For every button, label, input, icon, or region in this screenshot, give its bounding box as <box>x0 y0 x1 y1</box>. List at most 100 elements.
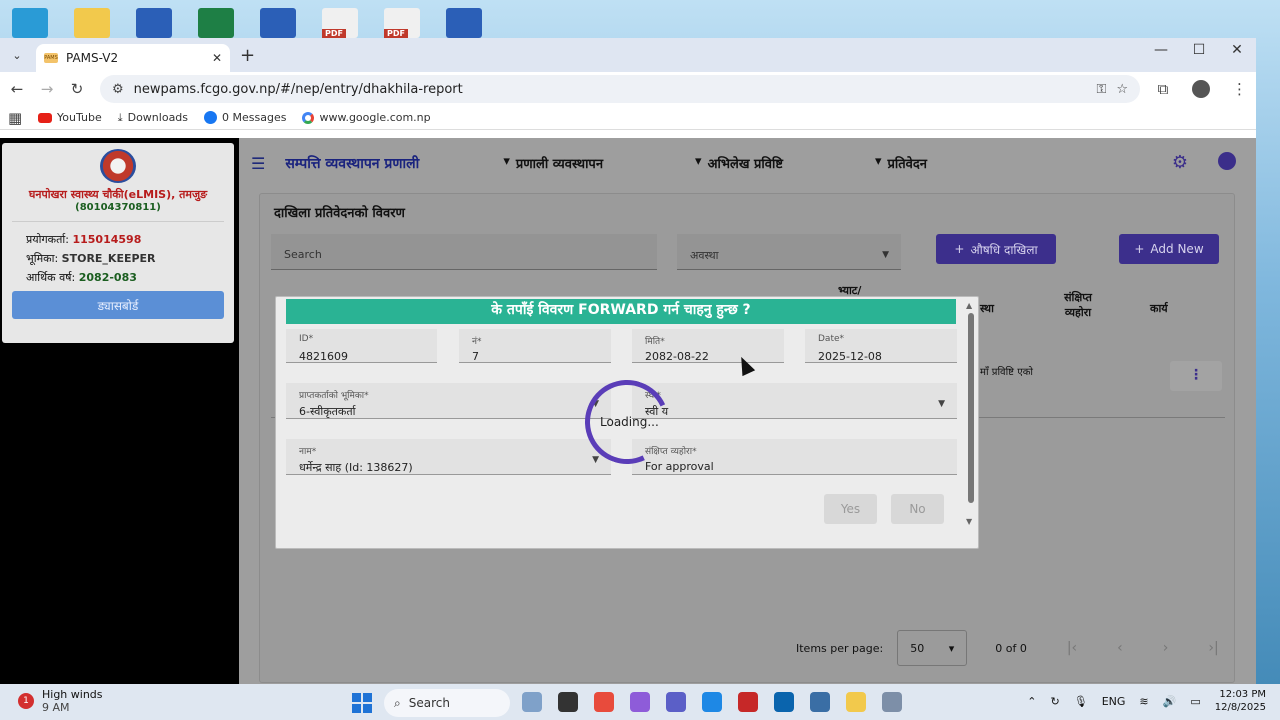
profile-avatar[interactable] <box>1192 80 1210 98</box>
user-account-icon[interactable] <box>1218 152 1236 170</box>
recipient-role-select[interactable]: प्राप्तकर्ताको भूमिका* 6-स्वीकृतकर्ता ▼ <box>286 383 611 419</box>
pdf-icon-2[interactable]: PDF <box>384 8 420 38</box>
name-select[interactable]: नाम* धर्मेन्द्र साह (Id: 138627) ▼ <box>286 439 611 475</box>
password-key-icon[interactable]: ⚿ <box>1096 82 1106 97</box>
monitor-icon[interactable] <box>12 8 48 38</box>
weather-text: High winds 9 AM <box>42 688 103 714</box>
extensions-icon[interactable]: ⧉ <box>1156 80 1170 98</box>
google-icon <box>302 111 315 124</box>
miti-field[interactable]: मिति* 2082-08-22 <box>632 329 784 363</box>
weather-widget[interactable]: 1 High winds 9 AM <box>18 688 103 714</box>
chrome-icon[interactable] <box>594 692 614 712</box>
volume-icon[interactable]: 🔊 <box>1163 695 1177 708</box>
chevron-up-icon[interactable]: ⌃ <box>1027 695 1036 708</box>
apps-grid-icon[interactable]: ▦ <box>8 109 22 127</box>
tab-pams[interactable]: PAMS PAMS-V2 ✕ <box>36 44 230 72</box>
aushadhi-dakhila-button[interactable]: + औषधि दाखिला <box>936 234 1056 264</box>
loading-text: Loading... <box>600 415 659 429</box>
forward-icon[interactable]: → <box>40 80 54 98</box>
nav-system-management[interactable]: ▾ प्रणाली व्यवस्थापन <box>503 154 603 172</box>
prev-page-icon[interactable]: ‹ <box>1117 640 1123 656</box>
minimize-icon[interactable]: — <box>1142 42 1180 58</box>
taskbar-search[interactable]: ⌕ Search <box>384 689 510 717</box>
scroll-up-icon[interactable]: ▲ <box>966 301 972 310</box>
number-field[interactable]: नं* 7 <box>459 329 611 363</box>
field-value: 2025-12-08 <box>818 350 882 363</box>
url-text[interactable]: newpams.fcgo.gov.np/#/nep/entry/dhakhila… <box>134 82 1087 97</box>
menu-toggle-icon[interactable]: ☰ <box>251 154 265 173</box>
url-box[interactable]: ⚙ newpams.fcgo.gov.np/#/nep/entry/dhakhi… <box>100 75 1140 103</box>
status-select[interactable]: अवस्था ▼ <box>677 234 901 270</box>
fy-label: आर्थिक वर्ष: <box>26 271 76 284</box>
bookmark-youtube[interactable]: YouTube <box>38 111 102 124</box>
outlook-icon[interactable] <box>774 692 794 712</box>
excel-icon[interactable] <box>198 8 234 38</box>
next-page-icon[interactable]: › <box>1163 640 1169 656</box>
edge-icon[interactable] <box>702 692 722 712</box>
remarks-field[interactable]: संक्षिप्त व्यहोरा* For approval <box>632 439 957 475</box>
dropdown-caret-icon: ▾ <box>874 154 882 169</box>
maximize-icon[interactable]: ☐ <box>1180 42 1218 58</box>
search-input[interactable]: Search <box>271 234 657 270</box>
bookmark-star-icon[interactable]: ☆ <box>1116 82 1128 97</box>
yes-button[interactable]: Yes <box>824 494 877 524</box>
first-page-icon[interactable]: |‹ <box>1067 640 1077 656</box>
no-button[interactable]: No <box>891 494 944 524</box>
org-panel: घनपोखरा स्वास्थ्य चौकी(eLMIS), तमजुङ (80… <box>2 143 234 343</box>
field-value: For approval <box>645 460 714 473</box>
folder-icon[interactable] <box>74 8 110 38</box>
back-icon[interactable]: ← <box>10 80 24 98</box>
chevron-down-icon: ▼ <box>592 455 599 465</box>
status-field[interactable]: स्था* स्वी य ▼ <box>632 383 957 419</box>
pdf-icon[interactable]: PDF <box>322 8 358 38</box>
wifi-icon[interactable]: ≋ <box>1139 695 1148 708</box>
new-tab-icon[interactable]: + <box>240 45 255 66</box>
sync-icon[interactable]: ↻ <box>1051 695 1060 708</box>
teams-icon[interactable] <box>666 692 686 712</box>
scroll-thumb[interactable] <box>968 313 974 503</box>
nav-record-entry[interactable]: ▾ अभिलेख प्रविष्टि <box>695 154 783 172</box>
reload-icon[interactable]: ↻ <box>70 80 84 98</box>
search-label: Search <box>408 696 450 710</box>
task-view-icon[interactable] <box>558 692 578 712</box>
battery-icon[interactable]: ▭ <box>1190 695 1200 708</box>
close-window-icon[interactable]: ✕ <box>1218 42 1256 58</box>
anydesk-icon[interactable] <box>738 692 758 712</box>
start-button-icon[interactable] <box>352 693 372 713</box>
copilot-icon[interactable] <box>630 692 650 712</box>
snipping-tool-icon[interactable] <box>882 692 902 712</box>
id-field[interactable]: ID* 4821609 <box>286 329 437 363</box>
word-icon-3[interactable] <box>446 8 482 38</box>
field-value: 4821609 <box>299 350 348 363</box>
word-icon[interactable] <box>136 8 172 38</box>
file-explorer-icon[interactable] <box>846 692 866 712</box>
language-indicator[interactable]: ENG <box>1102 695 1126 708</box>
clock[interactable]: 12:03 PM 12/8/2025 <box>1215 688 1266 714</box>
dashboard-button[interactable]: ड्यासबोर्ड <box>12 291 224 319</box>
bookmark-messages[interactable]: 0 Messages <box>204 111 286 124</box>
date-field[interactable]: Date* 2025-12-08 <box>805 329 957 363</box>
last-page-icon[interactable]: ›| <box>1208 640 1218 656</box>
nav-report[interactable]: ▾ प्रतिवेदन <box>875 154 927 172</box>
more-menu-icon[interactable]: ⋮ <box>1232 80 1247 98</box>
weather-title: High winds <box>42 688 103 701</box>
dialog-scrollbar[interactable]: ▲ ▼ <box>966 301 976 526</box>
store-icon[interactable] <box>810 692 830 712</box>
site-info-icon[interactable]: ⚙ <box>112 82 124 97</box>
page-size-select[interactable]: 50 ▾ <box>897 630 968 666</box>
button-label: Add New <box>1150 242 1204 256</box>
bookmark-google[interactable]: www.google.com.np <box>302 111 431 124</box>
word-icon-2[interactable] <box>260 8 296 38</box>
bookmark-downloads[interactable]: ⤓ Downloads <box>118 111 188 125</box>
gear-icon[interactable]: ⚙ <box>1172 152 1188 173</box>
scroll-down-icon[interactable]: ▼ <box>966 517 972 526</box>
favicon-icon: PAMS <box>44 53 58 63</box>
dropdown-caret-icon: ▾ <box>695 154 702 169</box>
tab-search-icon[interactable]: ⌄ <box>6 44 28 66</box>
microphone-icon[interactable]: 🎙 <box>1074 695 1088 708</box>
widgets-icon[interactable] <box>522 692 542 712</box>
row-actions-menu-icon[interactable]: ⋮ <box>1170 361 1222 391</box>
add-new-button[interactable]: + Add New <box>1119 234 1219 264</box>
close-tab-icon[interactable]: ✕ <box>212 51 222 65</box>
bookmark-label: 0 Messages <box>222 111 287 124</box>
